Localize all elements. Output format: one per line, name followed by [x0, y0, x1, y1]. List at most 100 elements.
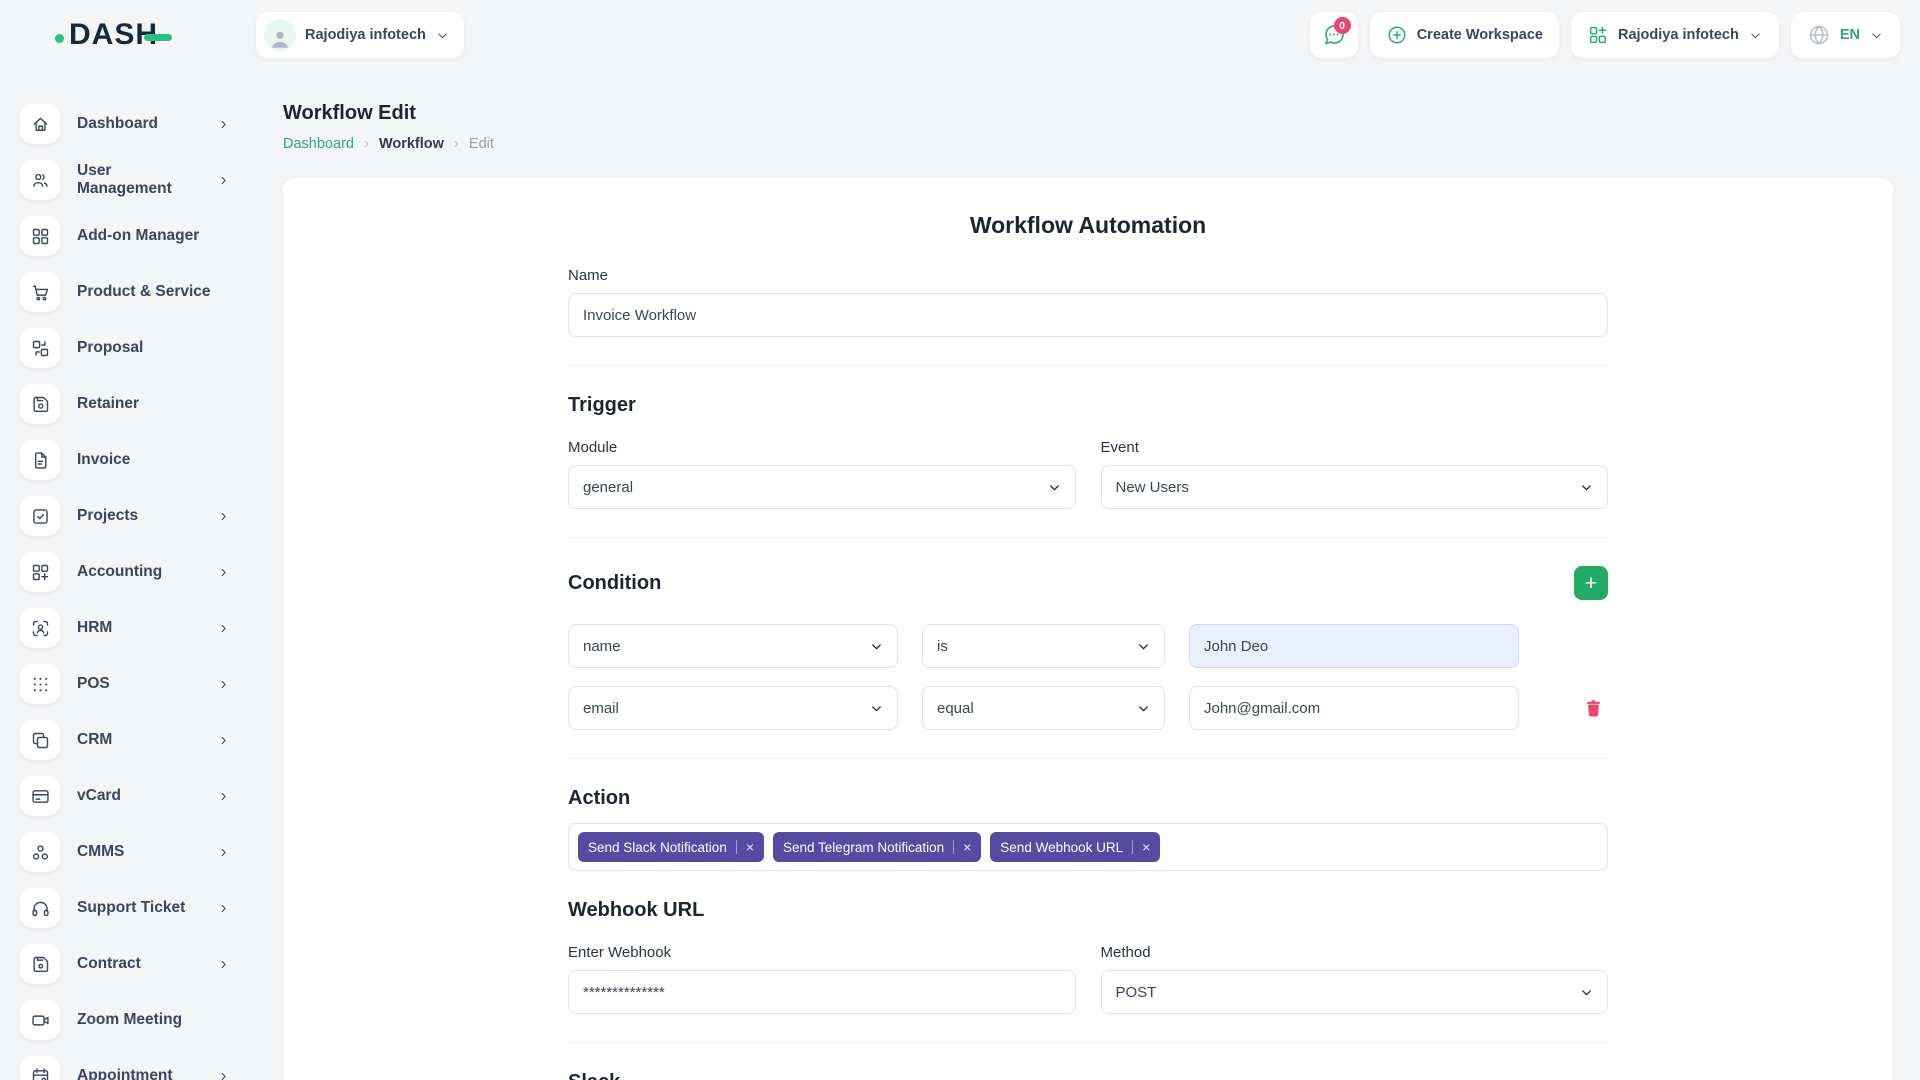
method-field: Method POST	[1101, 944, 1609, 1014]
company-name: Rajodiya infotech	[1618, 27, 1739, 43]
sidebar-item-label: CMMS	[77, 843, 200, 861]
breadcrumb-dashboard-link[interactable]: Dashboard	[283, 136, 354, 152]
chevron-down-icon	[1869, 28, 1884, 43]
sidebar-item-retainer[interactable]: Retainer	[0, 384, 256, 424]
company-selector[interactable]: Rajodiya infotech	[1571, 12, 1779, 58]
method-select-value: POST	[1116, 984, 1157, 1001]
condition-operator-select[interactable]: equal	[922, 686, 1165, 730]
tag-separator	[1132, 840, 1133, 854]
condition-value-input[interactable]	[1189, 624, 1519, 668]
app-root: DASH Rajodiya infotech 0	[0, 0, 1920, 1080]
sidebar-item-appointment[interactable]: Appointment	[0, 1056, 256, 1080]
trigger-row: Module general Event New Users	[568, 439, 1608, 509]
form-heading: Workflow Automation	[568, 212, 1608, 239]
add-condition-button[interactable]: +	[1574, 566, 1608, 600]
circles-icon	[20, 832, 60, 872]
sidebar-item-contract[interactable]: Contract	[0, 944, 256, 984]
sidebar-item-product-service[interactable]: Product & Service	[0, 272, 256, 312]
sidebar-item-user-management[interactable]: User Management	[0, 160, 256, 200]
breadcrumb-separator: ›	[364, 135, 369, 152]
person-icon	[267, 25, 293, 51]
condition-field-value: email	[583, 700, 619, 717]
slack-heading: Slack	[568, 1071, 1608, 1080]
sidebar-item-label: Product & Service	[77, 283, 230, 301]
sidebar-item-crm[interactable]: CRM	[0, 720, 256, 760]
breadcrumb-current: Edit	[469, 136, 494, 152]
condition-operator-select[interactable]: is	[922, 624, 1165, 668]
action-tags-input[interactable]: Send Slack Notification × Send Telegram …	[568, 823, 1608, 871]
sidebar-item-pos[interactable]: POS	[0, 664, 256, 704]
logo-accent-dot	[55, 34, 64, 43]
name-label: Name	[568, 267, 1608, 284]
sidebar-item-label: POS	[77, 675, 200, 693]
event-select[interactable]: New Users	[1101, 465, 1609, 509]
sidebar-item-label: Support Ticket	[77, 899, 200, 917]
chevron-right-icon	[217, 846, 230, 859]
grid-icon	[20, 216, 60, 256]
webhook-url-input[interactable]	[568, 970, 1076, 1014]
brand-logo[interactable]: DASH	[55, 18, 172, 52]
sidebar-item-accounting[interactable]: Accounting	[0, 552, 256, 592]
condition-operator-value: equal	[937, 700, 974, 717]
section-divider	[568, 1042, 1608, 1043]
sidebar-item-zoom-meeting[interactable]: Zoom Meeting	[0, 1000, 256, 1040]
remove-tag-button[interactable]: ×	[746, 840, 754, 854]
main-content: Workflow Edit Dashboard › Workflow › Edi…	[256, 70, 1920, 1080]
module-label: Module	[568, 439, 1076, 456]
condition-field-value: name	[583, 638, 621, 655]
action-tag: Send Webhook URL ×	[990, 832, 1160, 862]
module-field: Module general	[568, 439, 1076, 509]
sidebar-item-invoice[interactable]: Invoice	[0, 440, 256, 480]
user-scan-icon	[20, 608, 60, 648]
dots-grid-icon	[20, 664, 60, 704]
workspace-selector[interactable]: Rajodiya infotech	[256, 12, 464, 58]
action-tag-label: Send Slack Notification	[588, 840, 727, 855]
breadcrumb-workflow[interactable]: Workflow	[379, 136, 444, 152]
chevron-right-icon	[217, 174, 230, 187]
sidebar-item-addon-manager[interactable]: Add-on Manager	[0, 216, 256, 256]
chevron-down-icon	[869, 639, 884, 654]
notification-badge: 0	[1334, 17, 1351, 34]
delete-condition-button[interactable]	[1583, 698, 1604, 719]
method-select[interactable]: POST	[1101, 970, 1609, 1014]
sidebar-item-dashboard[interactable]: Dashboard	[0, 104, 256, 144]
sidebar-item-cmms[interactable]: CMMS	[0, 832, 256, 872]
sidebar-item-vcard[interactable]: vCard	[0, 776, 256, 816]
chevron-down-icon	[435, 28, 450, 43]
remove-tag-button[interactable]: ×	[963, 840, 971, 854]
messages-button[interactable]: 0	[1310, 12, 1358, 58]
action-tag: Send Slack Notification ×	[578, 832, 764, 862]
check-square-icon	[20, 496, 60, 536]
action-heading: Action	[568, 787, 1608, 810]
home-icon	[20, 104, 60, 144]
sidebar-item-projects[interactable]: Projects	[0, 496, 256, 536]
create-workspace-label: Create Workspace	[1417, 27, 1543, 43]
sidebar-item-hrm[interactable]: HRM	[0, 608, 256, 648]
chevron-down-icon	[869, 701, 884, 716]
language-selector[interactable]: EN	[1791, 12, 1900, 58]
remove-tag-button[interactable]: ×	[1142, 840, 1150, 854]
chevron-down-icon	[1136, 639, 1151, 654]
sidebar-item-label: User Management	[77, 162, 200, 198]
name-field: Name	[568, 267, 1608, 337]
condition-value-input[interactable]	[1189, 686, 1519, 730]
workflow-name-input[interactable]	[568, 293, 1608, 337]
sidebar-item-support-ticket[interactable]: Support Ticket	[0, 888, 256, 928]
condition-field-select[interactable]: name	[568, 624, 898, 668]
floppy-icon	[20, 384, 60, 424]
breadcrumb-separator: ›	[454, 135, 459, 152]
language-code: EN	[1840, 27, 1860, 43]
sidebar-item-label: HRM	[77, 619, 200, 637]
trigger-heading: Trigger	[568, 394, 1608, 417]
module-select[interactable]: general	[568, 465, 1076, 509]
topbar-actions: 0 Create Workspace Rajodiya infotech	[1310, 12, 1900, 58]
sidebar-nav: Dashboard User Management Add-on Manager…	[0, 104, 256, 1080]
condition-field-select[interactable]: email	[568, 686, 898, 730]
sidebar-item-label: Projects	[77, 507, 200, 525]
sidebar-item-label: Appointment	[77, 1067, 200, 1080]
sidebar-item-proposal[interactable]: Proposal	[0, 328, 256, 368]
credit-card-icon	[20, 776, 60, 816]
create-workspace-button[interactable]: Create Workspace	[1370, 12, 1559, 58]
sidebar-item-label: Add-on Manager	[77, 227, 230, 245]
sidebar-item-label: Zoom Meeting	[77, 1011, 230, 1029]
